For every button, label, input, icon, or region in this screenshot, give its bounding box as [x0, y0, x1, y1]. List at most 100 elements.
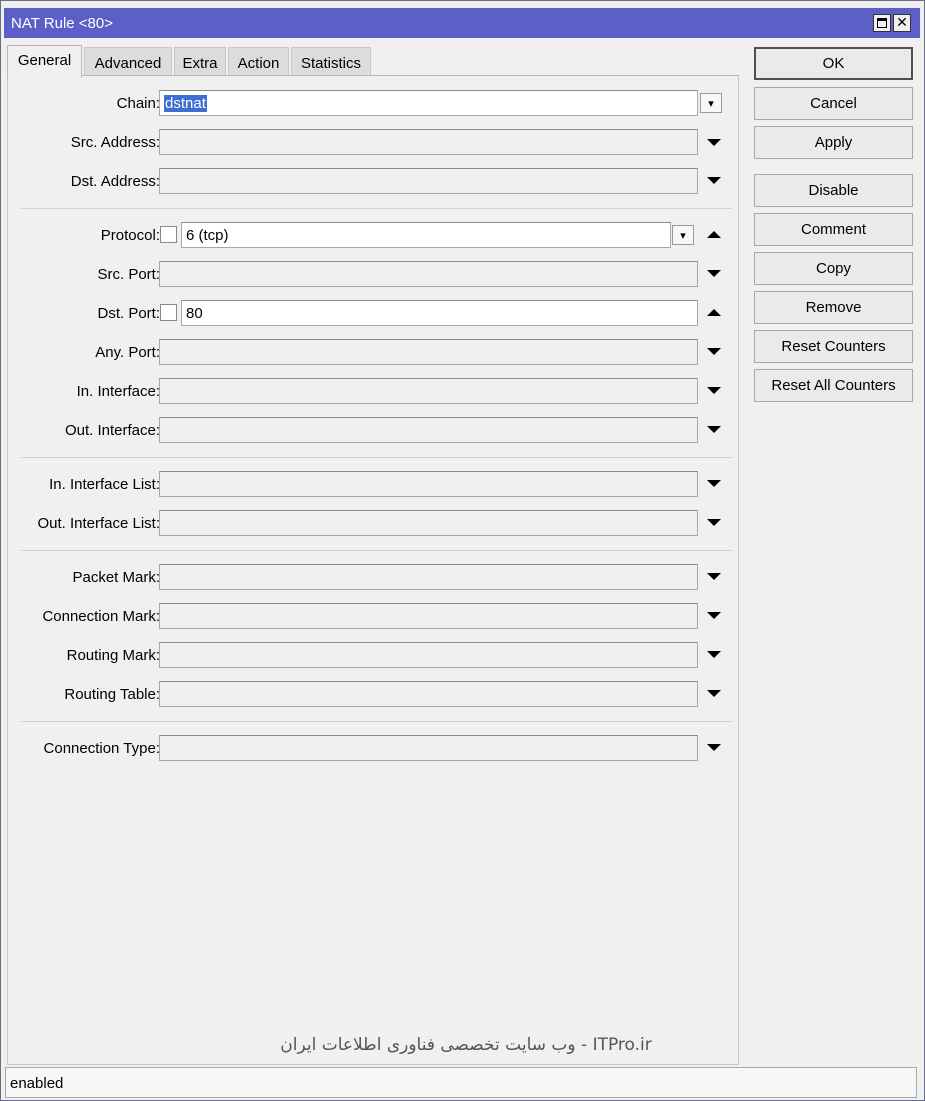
- src-address-field[interactable]: [159, 129, 698, 155]
- out-interface-list-label: Out. Interface List:: [37, 515, 160, 532]
- out-interface-list-expand-icon[interactable]: [707, 519, 721, 526]
- connection-mark-row: Connection Mark:: [8, 603, 160, 629]
- status-bar: enabled: [5, 1067, 917, 1098]
- connection-type-expand-icon[interactable]: [707, 744, 721, 751]
- chain-label: Chain:: [116, 95, 160, 112]
- chain-select[interactable]: dstnat: [159, 90, 698, 116]
- packet-mark-label: Packet Mark:: [72, 569, 160, 586]
- close-button[interactable]: ✕: [893, 14, 911, 32]
- chain-value: dstnat: [164, 95, 207, 112]
- dst-port-negate-checkbox[interactable]: [160, 304, 177, 321]
- any-port-expand-icon[interactable]: [707, 348, 721, 355]
- routing-mark-field[interactable]: [159, 642, 698, 668]
- src-address-label: Src. Address:: [70, 134, 160, 151]
- in-interface-list-label: In. Interface List:: [49, 476, 160, 493]
- any-port-label: Any. Port:: [95, 344, 160, 361]
- routing-table-row: Routing Table:: [8, 681, 160, 707]
- dst-port-value: 80: [186, 305, 203, 322]
- separator: [21, 208, 732, 209]
- protocol-value: 6 (tcp): [186, 227, 229, 244]
- reset-counters-button[interactable]: Reset Counters: [754, 330, 913, 363]
- src-port-row: Src. Port:: [8, 261, 160, 287]
- protocol-dropdown-button[interactable]: ▾: [672, 225, 694, 245]
- maximize-icon: [877, 18, 887, 28]
- dst-address-field[interactable]: [159, 168, 698, 194]
- connection-type-row: Connection Type:: [8, 735, 160, 761]
- maximize-button[interactable]: [873, 14, 891, 32]
- packet-mark-field[interactable]: [159, 564, 698, 590]
- src-port-label: Src. Port:: [97, 266, 160, 283]
- copy-button[interactable]: Copy: [754, 252, 913, 285]
- connection-mark-field[interactable]: [159, 603, 698, 629]
- out-interface-expand-icon[interactable]: [707, 426, 721, 433]
- packet-mark-row: Packet Mark:: [8, 564, 160, 590]
- routing-table-label: Routing Table:: [64, 686, 160, 703]
- separator: [21, 550, 732, 551]
- title-bar[interactable]: NAT Rule <80> ✕: [4, 8, 920, 38]
- tab-advanced[interactable]: Advanced: [84, 47, 172, 76]
- cancel-button[interactable]: Cancel: [754, 87, 913, 120]
- nat-rule-window: NAT Rule <80> ✕ General Advanced Extra A…: [0, 0, 925, 1101]
- comment-button[interactable]: Comment: [754, 213, 913, 246]
- in-interface-list-row: In. Interface List:: [8, 471, 160, 497]
- general-tab-panel: Chain: dstnat ▾ Src. Address: Dst. Addre…: [7, 75, 739, 1065]
- dropdown-icon: ▾: [708, 97, 714, 110]
- in-interface-field[interactable]: [159, 378, 698, 404]
- ok-button[interactable]: OK: [754, 47, 913, 80]
- protocol-label: Protocol:: [100, 227, 160, 244]
- disable-button[interactable]: Disable: [754, 174, 913, 207]
- dst-port-field[interactable]: 80: [181, 300, 698, 326]
- protocol-collapse-icon[interactable]: [707, 231, 721, 238]
- src-address-row: Src. Address:: [8, 129, 160, 155]
- routing-mark-expand-icon[interactable]: [707, 651, 721, 658]
- routing-table-expand-icon[interactable]: [707, 690, 721, 697]
- routing-table-field[interactable]: [159, 681, 698, 707]
- apply-button[interactable]: Apply: [754, 126, 913, 159]
- protocol-negate-checkbox[interactable]: [160, 226, 177, 243]
- dst-port-row: Dst. Port:: [8, 300, 160, 326]
- routing-mark-row: Routing Mark:: [8, 642, 160, 668]
- src-port-field[interactable]: [159, 261, 698, 287]
- reset-all-counters-button[interactable]: Reset All Counters: [754, 369, 913, 402]
- watermark-text: ITPro.ir - وب سایت تخصصی فناوری اطلاعات …: [280, 1035, 652, 1055]
- routing-mark-label: Routing Mark:: [66, 647, 160, 664]
- out-interface-field[interactable]: [159, 417, 698, 443]
- status-text: enabled: [10, 1075, 64, 1092]
- connection-mark-label: Connection Mark:: [42, 608, 160, 625]
- any-port-field[interactable]: [159, 339, 698, 365]
- protocol-row: Protocol:: [8, 222, 160, 248]
- src-address-expand-icon[interactable]: [707, 139, 721, 146]
- connection-type-field[interactable]: [159, 735, 698, 761]
- in-interface-list-field[interactable]: [159, 471, 698, 497]
- packet-mark-expand-icon[interactable]: [707, 573, 721, 580]
- tab-action[interactable]: Action: [228, 47, 289, 76]
- dropdown-icon: ▾: [680, 229, 686, 242]
- chain-row: Chain:: [8, 90, 160, 116]
- tab-extra[interactable]: Extra: [174, 47, 226, 76]
- dst-address-label: Dst. Address:: [70, 173, 160, 190]
- in-interface-expand-icon[interactable]: [707, 387, 721, 394]
- dst-address-row: Dst. Address:: [8, 168, 160, 194]
- in-interface-list-expand-icon[interactable]: [707, 480, 721, 487]
- chain-dropdown-button[interactable]: ▾: [700, 93, 722, 113]
- dst-address-expand-icon[interactable]: [707, 177, 721, 184]
- out-interface-list-row: Out. Interface List:: [8, 510, 160, 536]
- window-title: NAT Rule <80>: [11, 15, 114, 32]
- src-port-expand-icon[interactable]: [707, 270, 721, 277]
- connection-mark-expand-icon[interactable]: [707, 612, 721, 619]
- tab-general[interactable]: General: [7, 45, 82, 78]
- separator: [21, 457, 732, 458]
- any-port-row: Any. Port:: [8, 339, 160, 365]
- close-icon: ✕: [896, 15, 908, 31]
- remove-button[interactable]: Remove: [754, 291, 913, 324]
- in-interface-label: In. Interface:: [76, 383, 160, 400]
- out-interface-list-field[interactable]: [159, 510, 698, 536]
- out-interface-row: Out. Interface:: [8, 417, 160, 443]
- connection-type-label: Connection Type:: [43, 740, 160, 757]
- protocol-select[interactable]: 6 (tcp): [181, 222, 671, 248]
- out-interface-label: Out. Interface:: [64, 422, 160, 439]
- in-interface-row: In. Interface:: [8, 378, 160, 404]
- tab-statistics[interactable]: Statistics: [291, 47, 371, 76]
- dst-port-collapse-icon[interactable]: [707, 309, 721, 316]
- separator: [21, 721, 732, 722]
